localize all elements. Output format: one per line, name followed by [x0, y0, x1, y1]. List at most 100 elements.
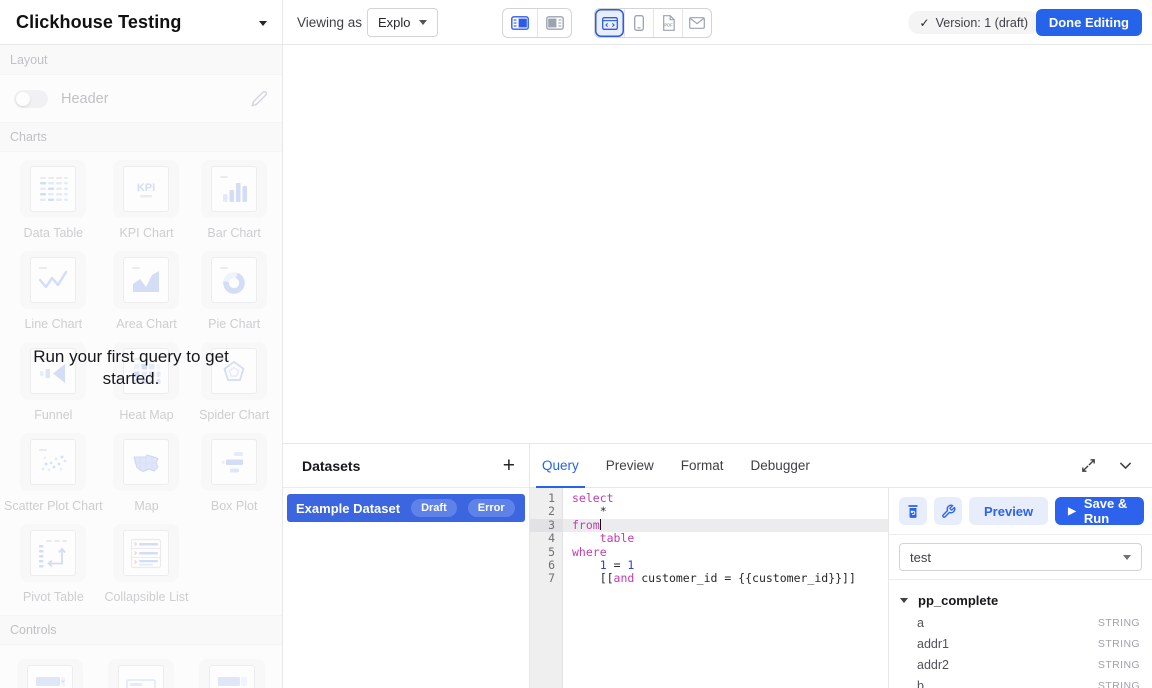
tab-debugger[interactable]: Debugger [751, 444, 810, 487]
pencil-icon [251, 90, 268, 107]
wrench-icon [941, 504, 956, 519]
viewing-as-label: Viewing as [297, 0, 362, 45]
play-icon: ▶ [1068, 506, 1076, 517]
line-chart-icon [33, 260, 73, 300]
table-selector[interactable]: test [899, 543, 1142, 571]
chart-tile-pie-chart[interactable]: Pie Chart [190, 251, 278, 342]
datasets-header: Datasets + [283, 444, 529, 488]
data-table-icon [33, 169, 73, 209]
query-tab-bar: Query Preview Format Debugger [530, 444, 1152, 488]
schema-browser: pp_complete a STRING addr1 STRING addr2 … [889, 580, 1152, 688]
panel-right-icon [546, 16, 564, 30]
chart-tile-kpi-chart[interactable]: KPI KPI Chart [103, 160, 191, 251]
chart-tile-box-plot[interactable]: Box Plot [190, 433, 278, 524]
code-line: 4 table [530, 532, 888, 545]
chart-tile-bar-chart[interactable]: Bar Chart [190, 160, 278, 251]
code-line: 5 where [530, 546, 888, 559]
panel-layout-toggle-group [502, 8, 572, 38]
chevron-down-icon [419, 20, 427, 25]
version-badge-text: Version: 1 (draft) [936, 16, 1028, 30]
viewer-select[interactable]: Explo [367, 8, 438, 37]
expander-chevron-down-icon [900, 598, 908, 603]
svg-text:PDF: PDF [664, 23, 673, 28]
add-dataset-button[interactable]: + [503, 455, 515, 476]
title-chevron-down-icon[interactable] [259, 21, 267, 26]
mobile-icon [633, 15, 645, 31]
text-cursor [600, 519, 602, 530]
sql-code-editor[interactable]: 1 select 2 * 3 from 4 table [530, 488, 888, 688]
control-tile[interactable] [4, 659, 95, 688]
done-editing-button[interactable]: Done Editing [1036, 9, 1142, 36]
dataset-name: Example Dataset [296, 501, 400, 516]
header-toggle-switch[interactable] [14, 90, 48, 108]
schema-column-row[interactable]: a STRING [900, 612, 1140, 633]
code-line: 7 [[and customer_id = {{customer_id}}]] [530, 572, 888, 585]
email-export-button[interactable] [682, 9, 711, 37]
panel-right-button[interactable] [537, 9, 571, 37]
section-header-charts: Charts [0, 122, 282, 152]
dataset-error-badge: Error [468, 499, 515, 517]
schema-column-row[interactable]: b STRING [900, 675, 1140, 688]
panel-left-button[interactable] [503, 9, 537, 37]
chart-tile-line-chart[interactable]: Line Chart [4, 251, 103, 342]
dataset-editor-panel: Datasets + Example Dataset Draft Error Q… [283, 443, 1152, 688]
map-icon [126, 442, 166, 482]
chart-tile-collapsible-list[interactable]: Collapsible List [103, 524, 191, 615]
query-editor-region: Query Preview Format Debugger 1 [530, 444, 1152, 688]
check-icon: ✓ [920, 16, 930, 30]
pivot-table-icon [33, 533, 73, 573]
box-plot-icon [214, 442, 254, 482]
datepicker-control-icon [212, 668, 252, 688]
table-selector-value: test [910, 550, 931, 565]
control-tile[interactable] [95, 659, 186, 688]
collapsible-list-icon [126, 533, 166, 573]
header-toggle-label: Header [61, 91, 109, 107]
chart-tile-scatter-plot[interactable]: Scatter Plot Chart [4, 433, 103, 524]
tab-query[interactable]: Query [542, 444, 579, 487]
control-tile[interactable] [187, 659, 278, 688]
chart-tile-area-chart[interactable]: Area Chart [103, 251, 191, 342]
pdf-icon: PDF [662, 15, 675, 31]
dataset-list-item-selected[interactable]: Example Dataset Draft Error [287, 494, 525, 522]
header-toggle-row: Header [0, 75, 282, 122]
schema-column-row[interactable]: addr2 STRING [900, 654, 1140, 675]
tab-format[interactable]: Format [681, 444, 724, 487]
chart-tile-data-table[interactable]: Data Table [4, 160, 103, 251]
email-icon [689, 17, 705, 29]
chevron-down-icon [1123, 555, 1131, 560]
tab-preview[interactable]: Preview [606, 444, 654, 487]
viewer-select-value: Explo [378, 15, 411, 30]
expand-panel-icon[interactable] [1080, 457, 1097, 474]
schema-column-row[interactable]: addr1 STRING [900, 633, 1140, 654]
section-header-controls: Controls [0, 615, 282, 645]
section-header-layout: Layout [0, 45, 282, 75]
save-and-run-button[interactable]: ▶ Save & Run [1055, 497, 1144, 525]
chart-tile-pivot-table[interactable]: Pivot Table [4, 524, 103, 615]
web-embed-icon [602, 17, 618, 30]
pie-chart-icon [214, 260, 254, 300]
web-view-button[interactable] [595, 9, 624, 37]
scatter-plot-icon [33, 442, 73, 482]
component-sidebar: Layout Header Charts [0, 45, 283, 688]
schema-table-header[interactable]: pp_complete [900, 588, 1140, 612]
chart-tile-map[interactable]: Map [103, 433, 191, 524]
area-chart-icon [126, 260, 166, 300]
dashboard-title[interactable]: Clickhouse Testing [16, 0, 182, 45]
code-line: 2 * [530, 505, 888, 518]
format-settings-button[interactable] [934, 497, 962, 525]
divider [282, 0, 283, 44]
mobile-view-button[interactable] [624, 9, 653, 37]
top-bar: Clickhouse Testing Viewing as Explo [0, 0, 1152, 45]
trash-icon [906, 504, 920, 519]
version-badge[interactable]: ✓ Version: 1 (draft) [908, 11, 1040, 34]
plus-icon: + [503, 454, 515, 477]
preview-query-button[interactable]: Preview [969, 497, 1048, 525]
collapse-panel-chevron-down-icon[interactable] [1117, 457, 1134, 474]
datasets-title: Datasets [302, 458, 360, 474]
export-mode-toggle-group: PDF [594, 8, 712, 38]
edit-header-button[interactable] [251, 90, 268, 107]
datasets-panel: Datasets + Example Dataset Draft Error [283, 444, 530, 688]
delete-dataset-button[interactable] [899, 497, 927, 525]
empty-state-message: Run your first query to get started. [8, 346, 254, 391]
pdf-export-button[interactable]: PDF [653, 9, 682, 37]
